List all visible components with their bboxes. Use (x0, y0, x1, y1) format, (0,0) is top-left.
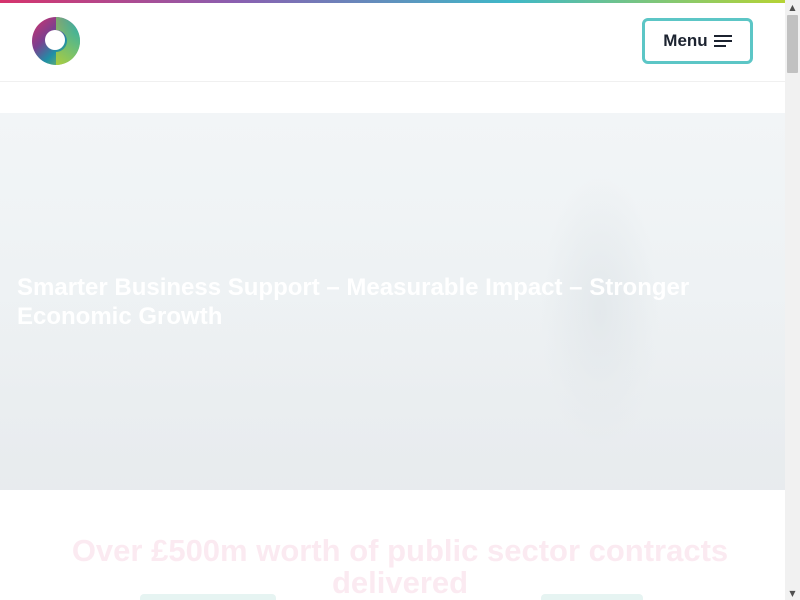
ring-logo-icon[interactable] (31, 16, 81, 66)
scroll-up-arrow-icon[interactable]: ▲ (785, 0, 800, 14)
site-header: Menu (0, 3, 785, 82)
scrollbar-thumb[interactable] (787, 15, 798, 73)
menu-button-label: Menu (663, 31, 708, 50)
scroll-down-arrow-icon[interactable]: ▼ (785, 586, 800, 600)
stat-card-left (140, 594, 276, 600)
hamburger-icon (713, 35, 732, 47)
stats-heading: Over £500m worth of public sector contra… (71, 533, 729, 600)
hero-title: Smarter Business Support – Measurable Im… (17, 274, 690, 330)
stat-card-right (541, 594, 643, 600)
hero-banner: Smarter Business Support – Measurable Im… (0, 113, 785, 490)
page-scrollbar[interactable]: ▲ ▼ (785, 0, 800, 600)
menu-button[interactable]: Menu (642, 18, 753, 64)
